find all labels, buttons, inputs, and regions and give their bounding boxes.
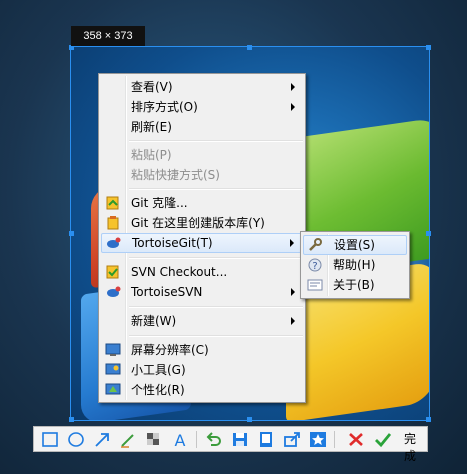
gadgets-icon: [105, 363, 121, 375]
selection-size-label: 358 × 373: [71, 26, 145, 46]
resize-handle[interactable]: [247, 45, 252, 50]
menu-item-paste: 粘贴(P): [101, 145, 303, 165]
resize-handle[interactable]: [426, 417, 431, 422]
menu-separator: [129, 140, 303, 142]
git-create-repo-icon: [107, 216, 119, 230]
submenu-arrow-icon: [290, 239, 294, 247]
rectangle-icon[interactable]: [41, 431, 59, 448]
menu-item-personalize[interactable]: 个性化(R): [101, 380, 303, 400]
done-icon[interactable]: [374, 431, 392, 448]
menu-item-label: 小工具(G): [131, 363, 186, 377]
menu-item-svn-checkout[interactable]: SVN Checkout...: [101, 262, 303, 282]
menu-item-label: TortoiseSVN: [131, 285, 203, 299]
menu-item-label: 刷新(E): [131, 120, 172, 134]
settings-icon: [309, 238, 322, 251]
menu-item-label: 粘贴(P): [131, 148, 172, 162]
menu-item-label: 查看(V): [131, 80, 173, 94]
submenu-item-settings[interactable]: 设置(S): [303, 235, 407, 255]
menu-item-paste-shortcut: 粘贴快捷方式(S): [101, 165, 303, 185]
save-icon[interactable]: [231, 431, 249, 448]
text-icon[interactable]: A: [171, 431, 189, 448]
menu-item-label: Git 在这里创建版本库(Y): [131, 216, 265, 230]
menu-item-label: 屏幕分辨率(C): [131, 343, 209, 357]
menu-item-label: 粘贴快捷方式(S): [131, 168, 220, 182]
submenu-arrow-icon: [291, 83, 295, 91]
menu-item-tortoisesvn[interactable]: TortoiseSVN: [101, 282, 303, 302]
svg-text:?: ?: [312, 261, 317, 272]
menu-item-label: 排序方式(O): [131, 100, 198, 114]
menu-item-label: Git 克隆...: [131, 196, 188, 210]
menu-item-gadgets[interactable]: 小工具(G): [101, 360, 303, 380]
menu-item-label: 帮助(H): [333, 258, 376, 272]
pen-icon[interactable]: [119, 431, 137, 448]
menu-item-refresh[interactable]: 刷新(E): [101, 117, 303, 137]
menu-item-label: TortoiseGit(T): [132, 236, 213, 250]
submenu-arrow-icon: [291, 288, 295, 296]
arrow-icon[interactable]: [93, 431, 111, 448]
menu-separator: [129, 335, 303, 337]
personalize-icon: [105, 383, 121, 395]
help-icon: ?: [308, 258, 322, 272]
svg-text:A: A: [175, 431, 186, 448]
menu-item-screen-resolution[interactable]: 屏幕分辨率(C): [101, 340, 303, 360]
tortoisegit-icon: [107, 237, 121, 248]
svn-checkout-icon: [106, 265, 119, 279]
resize-handle[interactable]: [426, 45, 431, 50]
submenu-item-about[interactable]: 关于(B): [303, 275, 407, 295]
menu-separator: [129, 188, 303, 190]
git-clone-icon: [106, 196, 119, 210]
resize-handle[interactable]: [426, 231, 431, 236]
pin-icon[interactable]: [257, 431, 275, 448]
menu-item-git-clone[interactable]: Git 克隆...: [101, 193, 303, 213]
resize-handle[interactable]: [69, 417, 74, 422]
menu-item-label: 设置(S): [334, 238, 375, 252]
menu-separator: [129, 306, 303, 308]
screen-resolution-icon: [105, 343, 121, 356]
done-button[interactable]: 完成: [404, 431, 427, 465]
menu-item-label: SVN Checkout...: [131, 265, 228, 279]
about-icon: [307, 279, 323, 291]
menu-item-label: 新建(W): [131, 314, 177, 328]
menu-item-git-create-repo[interactable]: Git 在这里创建版本库(Y): [101, 213, 303, 233]
menu-separator: [129, 257, 303, 259]
menu-item-view[interactable]: 查看(V): [101, 77, 303, 97]
ellipse-icon[interactable]: [67, 431, 85, 448]
menu-item-label: 关于(B): [333, 278, 375, 292]
desktop-context-menu: 查看(V) 排序方式(O) 刷新(E) 粘贴(P) 粘贴快捷方式(S) Git …: [98, 73, 306, 403]
menu-item-label: 个性化(R): [131, 383, 185, 397]
tortoisegit-submenu: 设置(S) ? 帮助(H) 关于(B): [300, 231, 410, 299]
menu-item-sort[interactable]: 排序方式(O): [101, 97, 303, 117]
cancel-icon[interactable]: [347, 431, 365, 448]
share-icon[interactable]: [283, 431, 301, 448]
resize-handle[interactable]: [69, 231, 74, 236]
menu-item-new[interactable]: 新建(W): [101, 311, 303, 331]
mosaic-icon[interactable]: [145, 431, 163, 448]
undo-icon[interactable]: [205, 431, 223, 448]
tortoisesvn-icon: [107, 286, 121, 297]
star-icon[interactable]: [309, 431, 327, 448]
submenu-arrow-icon: [291, 103, 295, 111]
menu-item-tortoisegit[interactable]: TortoiseGit(T): [101, 233, 303, 253]
resize-handle[interactable]: [247, 417, 252, 422]
screenshot-toolbar: A 完成: [33, 426, 428, 463]
submenu-arrow-icon: [291, 317, 295, 325]
submenu-item-help[interactable]: ? 帮助(H): [303, 255, 407, 275]
